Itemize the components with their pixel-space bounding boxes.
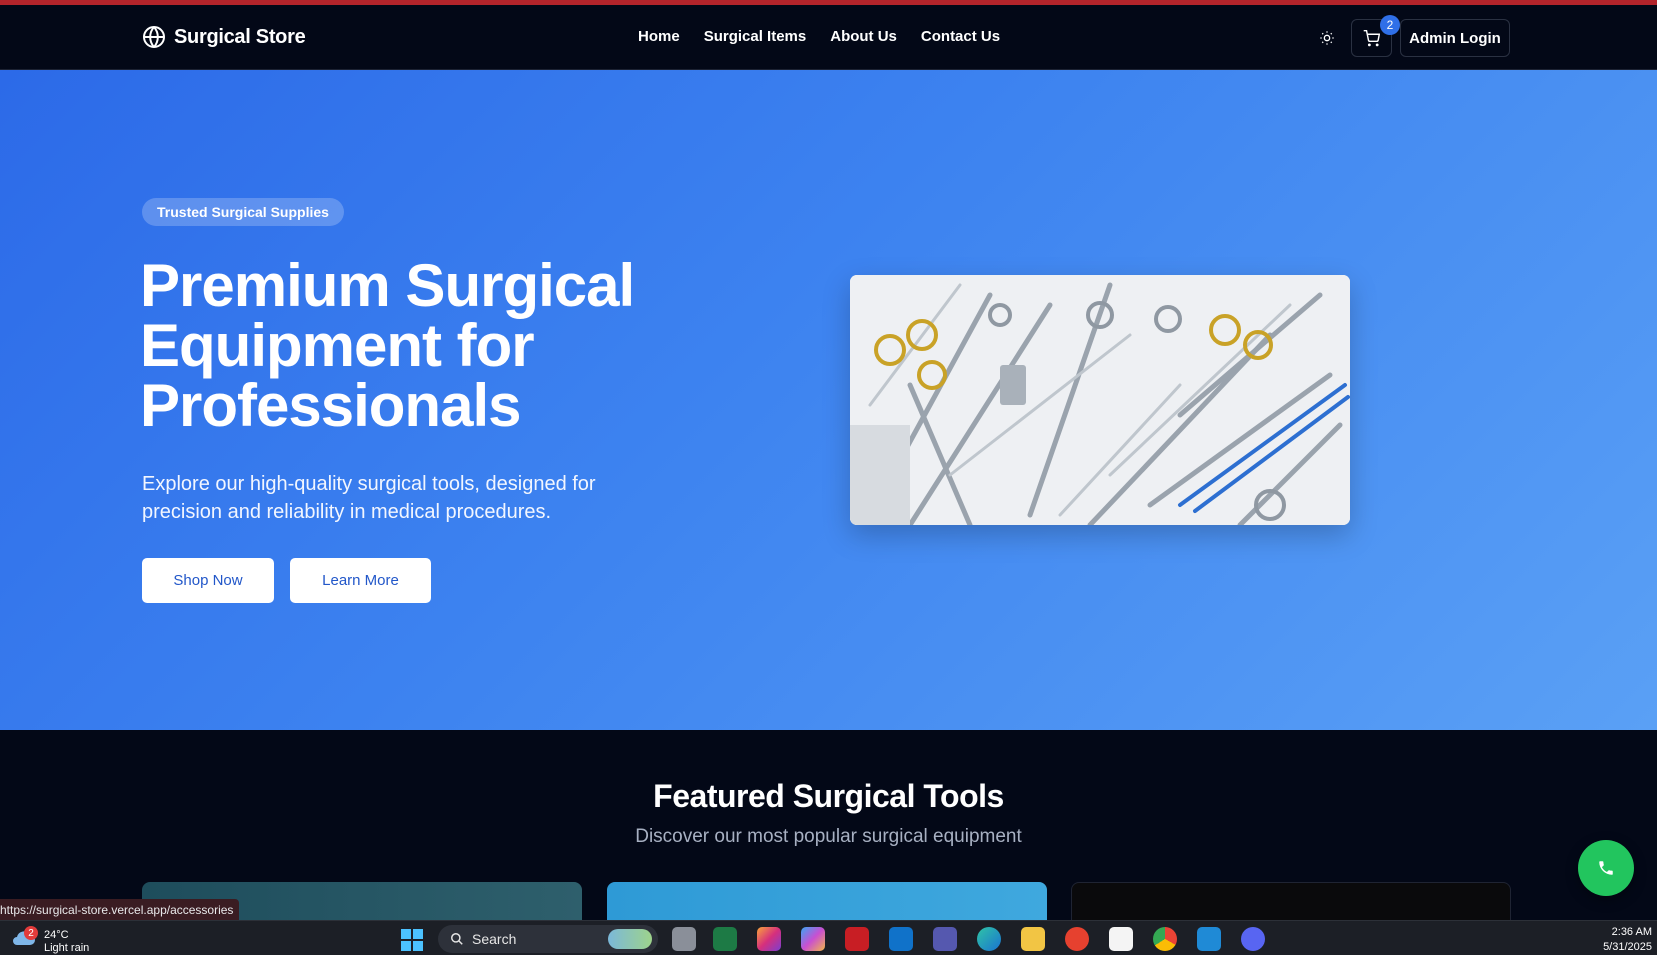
edge-icon[interactable] [977, 927, 1001, 951]
chrome-icon[interactable] [1153, 927, 1177, 951]
teams-icon[interactable] [933, 927, 957, 951]
featured-subtitle: Discover our most popular surgical equip… [635, 826, 1022, 847]
theme-toggle-button[interactable] [1316, 27, 1338, 49]
clock-time: 2:36 AM [1611, 926, 1652, 938]
phone-icon [1599, 861, 1613, 875]
excel-icon[interactable] [713, 927, 737, 951]
weather-temperature: 24°C [44, 929, 69, 941]
nav-contact-us[interactable]: Contact Us [921, 28, 1000, 45]
product-card[interactable] [607, 882, 1047, 922]
windows-taskbar: 2 24°C Light rain Search 2:36 AM 5/31/20… [0, 920, 1657, 955]
task-view-icon[interactable] [672, 927, 696, 951]
hero-instruments-image [850, 275, 1350, 525]
document-icon[interactable] [1109, 927, 1133, 951]
weather-text: 24°C Light rain [44, 929, 89, 955]
discord-icon[interactable] [1241, 927, 1265, 951]
call-button[interactable] [1578, 840, 1634, 896]
hero-title: Premium Surgical Equipment for Professio… [140, 252, 635, 439]
admin-login-button[interactable]: Admin Login [1400, 19, 1510, 57]
windows-start-icon[interactable] [401, 929, 423, 951]
nav-surgical-items[interactable]: Surgical Items [704, 28, 807, 45]
search-highlight-image [608, 929, 652, 949]
nav-home[interactable]: Home [638, 28, 680, 45]
weather-widget[interactable]: 2 24°C Light rain [10, 926, 89, 955]
cart-button[interactable]: 2 [1351, 15, 1400, 57]
system-clock[interactable]: 2:36 AM 5/31/2025 [1580, 925, 1652, 955]
taskbar-search[interactable]: Search [438, 925, 658, 953]
brand-logo[interactable]: Surgical Store [142, 25, 306, 49]
search-label: Search [472, 931, 517, 947]
hero-badge: Trusted Surgical Supplies [142, 198, 344, 226]
file-explorer-icon[interactable] [1021, 927, 1045, 951]
wps-office-icon[interactable] [1065, 927, 1089, 951]
vscode-icon[interactable] [1197, 927, 1221, 951]
search-icon [451, 933, 463, 945]
learn-more-button[interactable]: Learn More [290, 558, 431, 603]
outlook-icon[interactable] [889, 927, 913, 951]
link-status-url: https://surgical-store.vercel.app/access… [0, 899, 240, 920]
brand-name: Surgical Store [174, 25, 306, 48]
shop-now-button[interactable]: Shop Now [142, 558, 274, 603]
featured-section: Featured Surgical Tools Discover our mos… [0, 730, 1657, 922]
hero-description: Explore our high-quality surgical tools,… [142, 473, 596, 523]
product-card[interactable] [1071, 882, 1511, 922]
acrobat-icon[interactable] [845, 927, 869, 951]
nav-about-us[interactable]: About Us [830, 28, 897, 45]
surgical-instruments-illustration [850, 275, 1350, 525]
navbar: Surgical Store Home Surgical Items About… [0, 5, 1657, 70]
clock-date: 5/31/2025 [1603, 941, 1652, 953]
hero-section: Trusted Surgical Supplies Premium Surgic… [0, 70, 1657, 730]
cart-icon [1363, 29, 1380, 46]
copilot-icon[interactable] [801, 927, 825, 951]
cloud-rain-icon: 2 [10, 926, 38, 951]
cart-count-badge: 2 [1380, 15, 1400, 35]
weather-alert-badge: 2 [24, 926, 38, 940]
globe-icon [143, 26, 165, 48]
featured-title: Featured Surgical Tools [653, 778, 1004, 814]
main-nav: Home Surgical Items About Us Contact Us [638, 28, 1000, 45]
weather-condition: Light rain [44, 942, 90, 954]
instagram-icon[interactable] [757, 927, 781, 951]
sun-icon [1320, 31, 1334, 45]
